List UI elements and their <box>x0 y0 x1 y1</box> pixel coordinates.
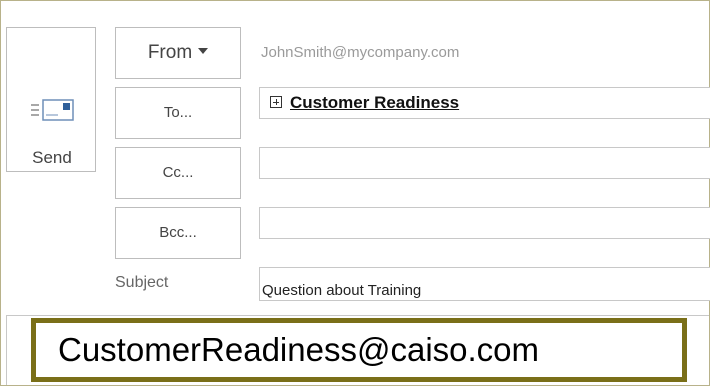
callout-text: CustomerReadiness@caiso.com <box>58 331 540 368</box>
to-button[interactable]: To... <box>115 87 241 139</box>
subject-label: Subject <box>115 274 169 291</box>
to-recipient[interactable]: Customer Readiness <box>290 93 459 113</box>
cc-field[interactable] <box>259 147 710 179</box>
send-label: Send <box>32 148 72 167</box>
email-address-callout: CustomerReadiness@caiso.com <box>31 318 687 382</box>
bcc-field[interactable] <box>259 207 710 239</box>
bcc-button[interactable]: Bcc... <box>115 207 241 259</box>
send-envelope-icon <box>31 99 74 121</box>
from-label: From <box>147 42 193 63</box>
from-button[interactable]: From <box>115 27 241 79</box>
to-field[interactable]: Customer Readiness <box>259 87 710 119</box>
subject-value: Question about Training <box>262 282 422 299</box>
subject-field[interactable]: Question about Training <box>259 267 710 301</box>
cc-button[interactable]: Cc... <box>115 147 241 199</box>
chevron-down-icon <box>198 47 209 54</box>
email-compose-window: Send From JohnSmith@mycompany.com To... … <box>0 0 710 386</box>
from-address: JohnSmith@mycompany.com <box>261 44 460 61</box>
send-button[interactable]: Send <box>6 27 96 172</box>
expand-plus-icon[interactable] <box>270 96 282 108</box>
